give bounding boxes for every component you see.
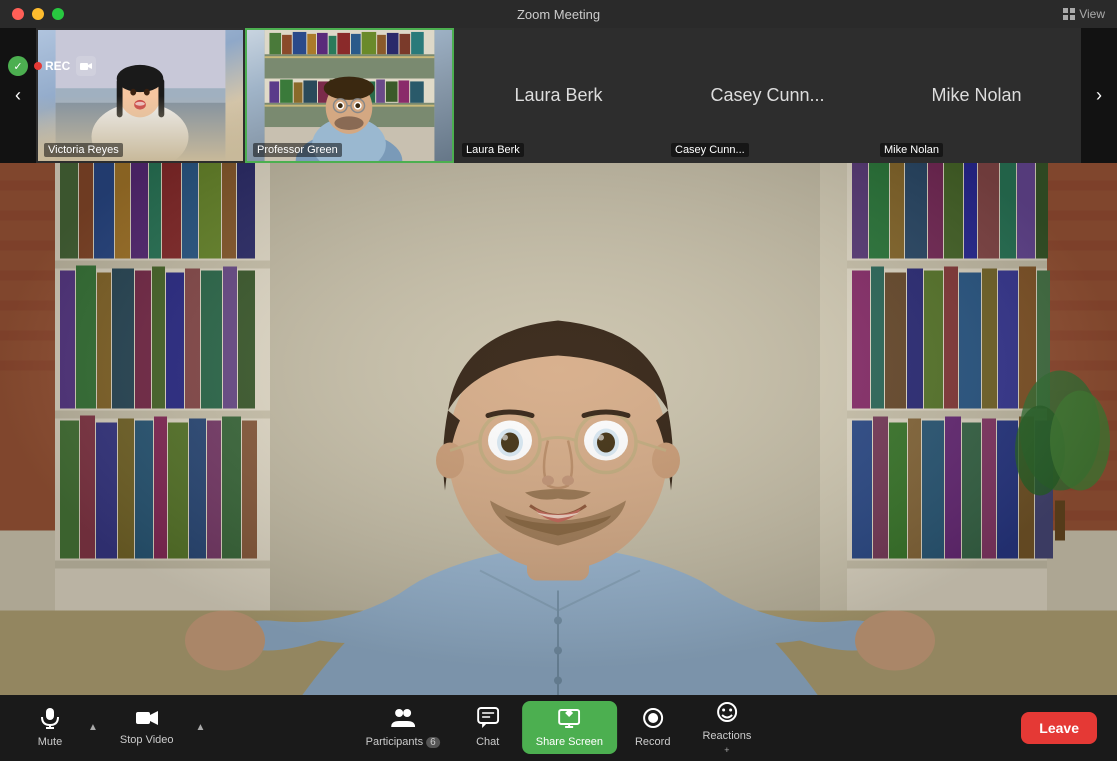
window-controls — [12, 8, 64, 20]
thumbnail-professor[interactable]: Professor Green — [245, 28, 454, 163]
record-button[interactable]: Record — [621, 701, 684, 754]
mute-chevron[interactable]: ▲ — [84, 716, 102, 739]
recording-badge: REC — [34, 59, 70, 73]
chat-label: Chat — [476, 736, 499, 748]
strip-next-button[interactable]: › — [1081, 28, 1117, 163]
share-screen-label: Share Screen — [536, 736, 603, 748]
record-label: Record — [635, 736, 670, 748]
mike-label: Mike Nolan — [880, 143, 943, 157]
app-container: Zoom Meeting View ✓ REC — [0, 0, 1117, 760]
view-button[interactable]: View — [1063, 7, 1105, 21]
toolbar-left: Mute ▲ Stop Video ▲ — [20, 701, 209, 754]
title-bar: Zoom Meeting View — [0, 0, 1117, 28]
thumbnail-mike[interactable]: Mike Nolan Mike Nolan — [872, 28, 1081, 163]
reactions-icon — [716, 701, 738, 727]
main-video-area — [0, 163, 1117, 695]
share-screen-button[interactable]: Share Screen — [522, 701, 617, 754]
strip-prev-button[interactable]: ‹ — [0, 28, 36, 163]
record-icon — [642, 707, 664, 733]
stop-video-button[interactable]: Stop Video — [106, 703, 188, 752]
participants-button[interactable]: Participants 6 — [352, 701, 454, 754]
professor-label: Professor Green — [253, 143, 342, 157]
thumbnail-laura[interactable]: Laura Berk Laura Berk — [454, 28, 663, 163]
mute-button[interactable]: Mute — [20, 701, 80, 754]
laura-name: Laura Berk — [514, 85, 602, 106]
stop-video-label: Stop Video — [120, 734, 174, 746]
video-icon — [136, 709, 158, 731]
mute-label: Mute — [38, 736, 62, 748]
maximize-button[interactable] — [52, 8, 64, 20]
participants-icon — [391, 707, 415, 733]
toolbar: Mute ▲ Stop Video ▲ — [0, 695, 1117, 760]
chat-button[interactable]: Chat — [458, 701, 518, 754]
reactions-button[interactable]: Reactions + — [688, 695, 765, 761]
mike-name: Mike Nolan — [931, 85, 1021, 106]
minimize-button[interactable] — [32, 8, 44, 20]
video-chevron[interactable]: ▲ — [192, 716, 210, 739]
microphone-icon — [39, 707, 61, 733]
window-title: Zoom Meeting — [517, 7, 600, 22]
camera-status-button[interactable] — [76, 56, 96, 76]
strip-thumbnails: Victoria Reyes — [36, 28, 1081, 163]
rec-dot — [34, 62, 42, 70]
main-video-background — [0, 163, 1117, 695]
professor-video-thumb — [247, 30, 452, 161]
victoria-video — [38, 30, 243, 161]
chat-icon — [477, 707, 499, 733]
thumbnail-victoria[interactable]: Victoria Reyes — [36, 28, 245, 163]
victoria-label: Victoria Reyes — [44, 143, 123, 157]
close-button[interactable] — [12, 8, 24, 20]
connection-status: ✓ — [8, 56, 28, 76]
casey-name: Casey Cunn... — [710, 85, 824, 106]
participant-strip: ✓ REC ‹ — [0, 28, 1117, 163]
toolbar-center: Participants 6 Chat — [352, 695, 766, 761]
laura-label: Laura Berk — [462, 143, 524, 157]
participants-label: Participants 6 — [366, 736, 440, 748]
share-screen-icon — [558, 707, 580, 733]
rec-label: REC — [45, 59, 70, 73]
reactions-label: Reactions — [702, 730, 751, 742]
camera-icon — [80, 61, 92, 71]
thumbnail-casey[interactable]: Casey Cunn... Casey Cunn... — [663, 28, 872, 163]
status-bar: ✓ REC — [8, 56, 96, 76]
professor-main-video — [0, 163, 1117, 695]
toolbar-right: Leave — [1021, 712, 1097, 744]
grid-icon — [1063, 8, 1075, 20]
casey-label: Casey Cunn... — [671, 143, 749, 157]
leave-button[interactable]: Leave — [1021, 712, 1097, 744]
